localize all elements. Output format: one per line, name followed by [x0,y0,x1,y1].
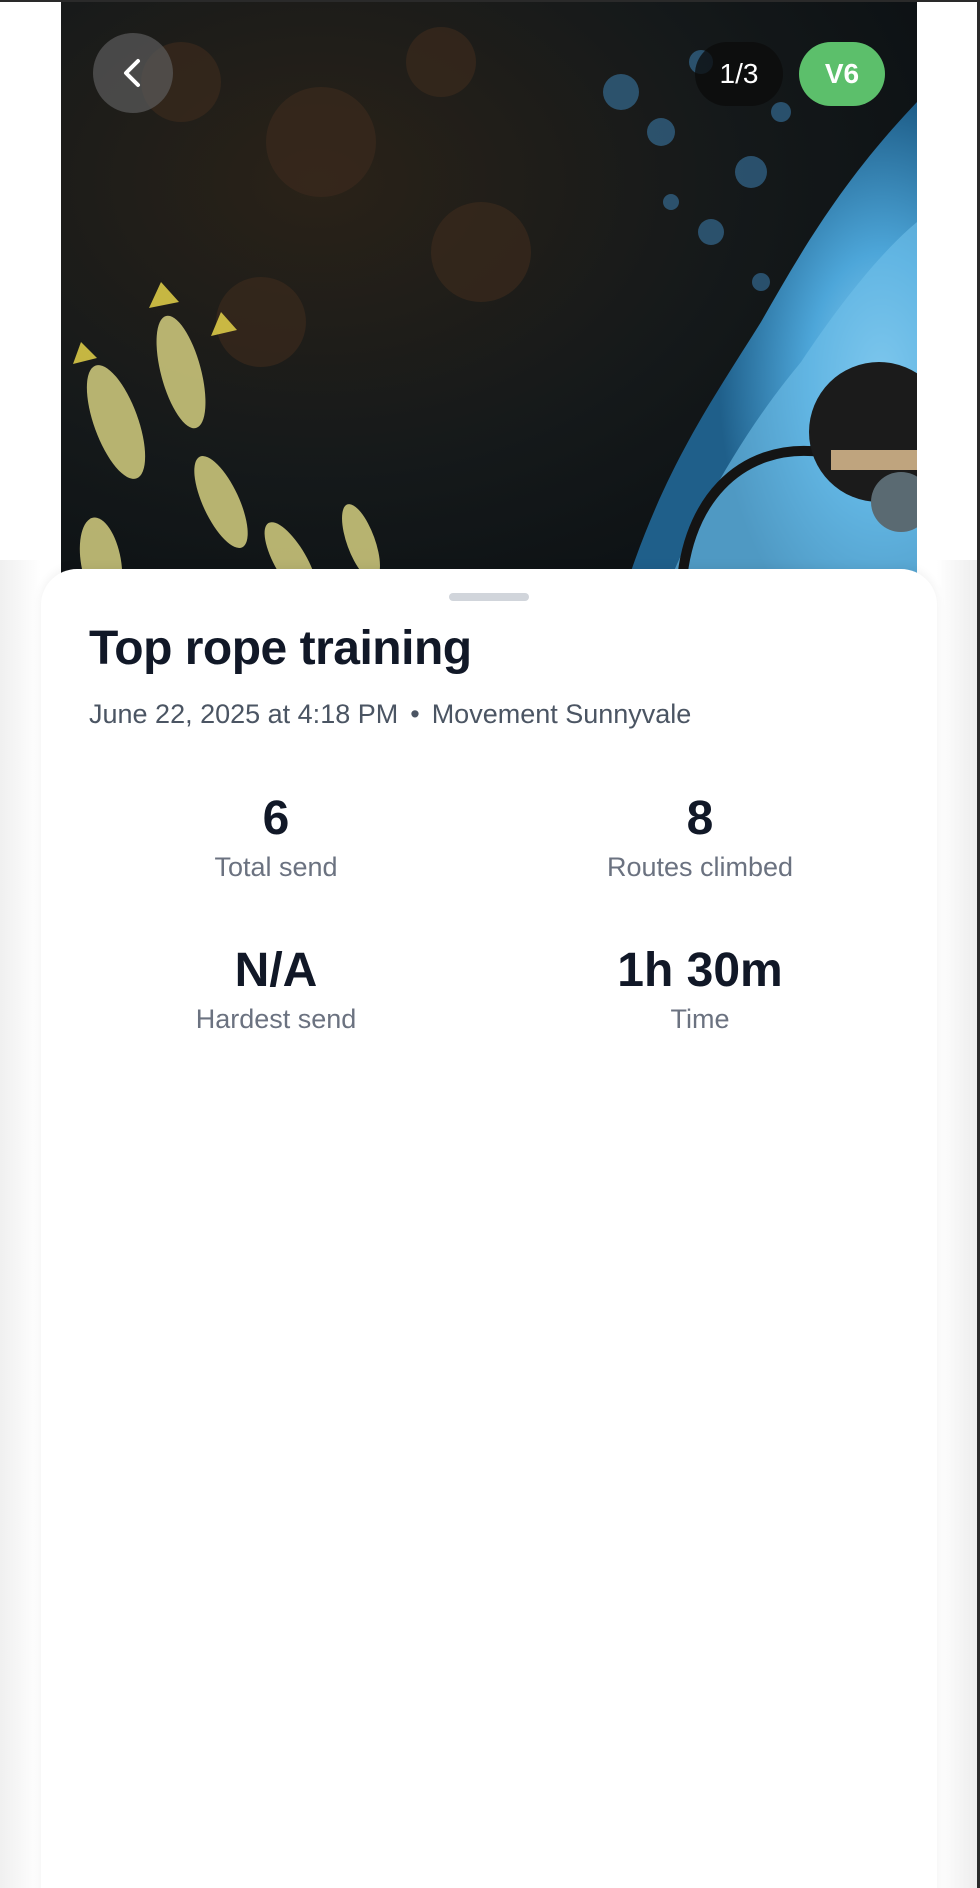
drag-handle[interactable] [449,593,529,601]
stat-label: Routes climbed [606,852,794,882]
stat-time: 1h 30m Time [550,943,850,1037]
stat-routes-climbed: 8 Routes climbed [550,791,850,885]
sheet-shadow-right [937,560,977,1888]
meta-separator: • [410,699,420,729]
session-details-sheet: Top rope training June 22, 2025 at 4:18 … [41,569,937,1888]
session-detail-screen: 1/3 V6 Top rope training June 22, 2025 a… [0,0,980,1888]
stat-label: Hardest send [195,1004,357,1034]
stat-hardest-send: N/A Hardest send [126,943,426,1037]
session-date: June 22, 2025 at 4:18 PM [89,699,399,729]
stat-value: N/A [234,944,318,997]
window-top-border [0,0,980,2]
underwater-photo-image [61,2,917,602]
stat-label: Time [670,1004,730,1034]
grade-badge: V6 [799,42,885,106]
stat-label: Total send [214,852,338,882]
photo-counter: 1/3 [695,42,783,106]
stat-value: 8 [686,792,714,845]
stat-value: 6 [262,792,290,845]
session-photo[interactable] [61,2,917,602]
back-button[interactable] [93,33,173,113]
sheet-shadow-left [0,560,41,1888]
stat-total-send: 6 Total send [126,791,426,885]
stat-value: 1h 30m [617,944,783,997]
session-title: Top rope training [89,622,472,675]
session-meta: June 22, 2025 at 4:18 PM • Movement Sunn… [89,699,691,730]
chevron-left-icon [124,59,140,87]
session-location: Movement Sunnyvale [431,699,692,729]
